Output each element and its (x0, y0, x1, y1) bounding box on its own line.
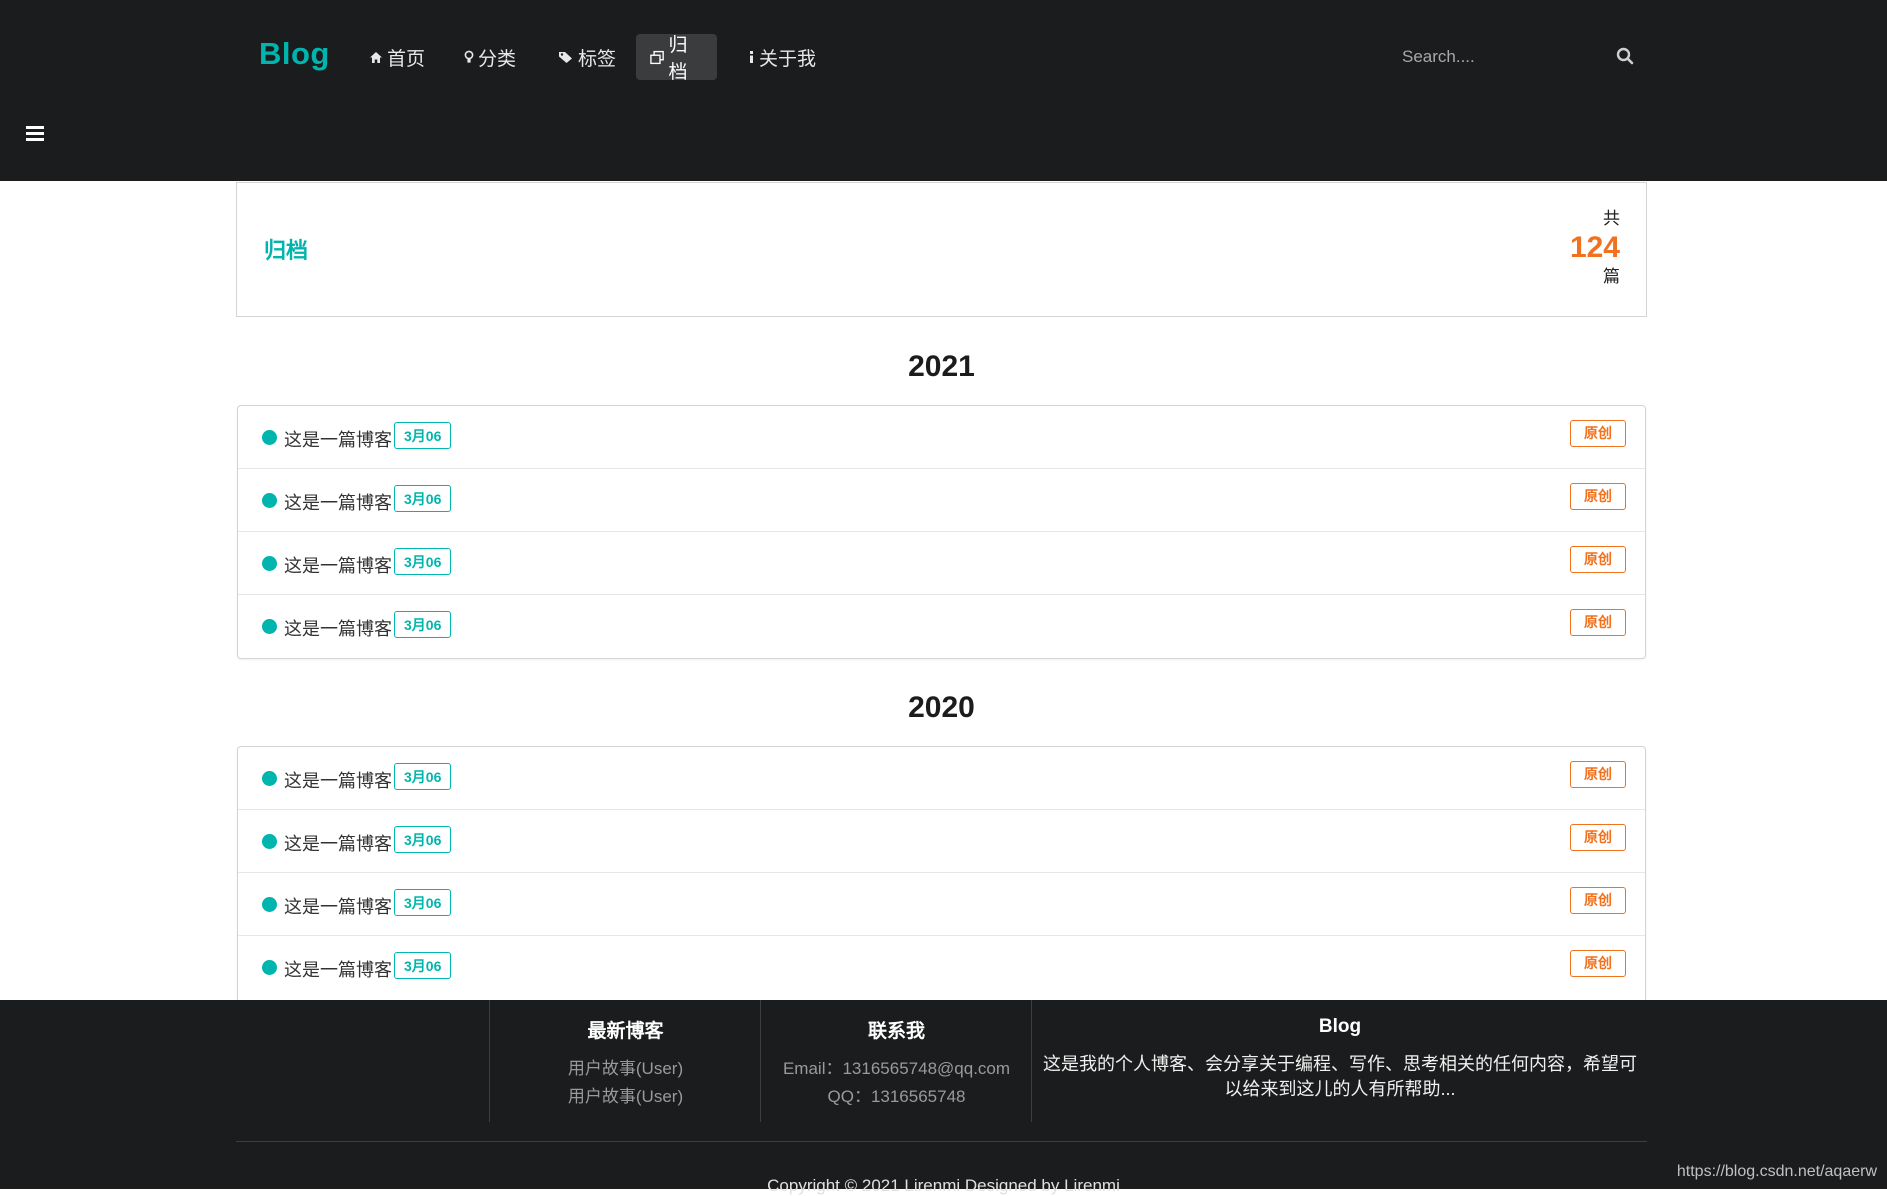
nav-item-label: 首页 (387, 48, 426, 70)
watermark-url: https://blog.csdn.net/aqaerw (1676, 1163, 1877, 1180)
contact-email: Email：1316565748@qq.com (782, 1059, 1011, 1078)
post-title[interactable]: 这是一篇博客 (284, 767, 392, 793)
footer-latest: 最新博客 用户故事(User) 用户故事(User) (489, 1000, 761, 1122)
year-heading: 2020 (908, 691, 975, 724)
page-title: 归档 (264, 238, 309, 263)
brand-logo[interactable]: Blog (259, 36, 330, 72)
footer-description: 这是我的个人博客、会分享关于编程、写作、思考相关的任何内容，希望可以给来到这儿的… (1043, 1054, 1637, 1099)
info-icon (750, 51, 753, 63)
copyright-text: Copyright © 2021 Lirenmi Designed by Lir… (767, 1176, 1120, 1195)
list-item[interactable]: 这是一篇博客 3月06 原创 (238, 595, 1645, 658)
footer-heading: Blog (1318, 1016, 1362, 1037)
post-count: 共 124 篇 (1540, 209, 1620, 287)
bullet-icon (262, 771, 277, 786)
post-title[interactable]: 这是一篇博客 (284, 893, 392, 919)
lightbulb-icon (464, 50, 474, 63)
original-tag: 原创 (1570, 420, 1626, 447)
date-tag: 3月06 (394, 826, 452, 853)
date-tag: 3月06 (394, 485, 452, 512)
bullet-icon (262, 897, 277, 912)
date-tag: 3月06 (394, 548, 452, 575)
clone-icon (650, 50, 664, 64)
search-box (1388, 40, 1648, 74)
count-prefix: 共 (1603, 209, 1620, 228)
list-item[interactable]: 这是一篇博客 3月06 原创 (238, 747, 1645, 810)
nav-item-label: 归档 (668, 35, 688, 83)
original-tag: 原创 (1570, 483, 1626, 510)
post-title[interactable]: 这是一篇博客 (284, 615, 392, 641)
count-number: 124 (1569, 231, 1620, 264)
footer-post-link[interactable]: 用户故事(User) (490, 1083, 761, 1111)
original-tag: 原创 (1570, 950, 1626, 977)
year-post-list: 这是一篇博客 3月06 原创 这是一篇博客 3月06 原创 这是一篇博客 3月0… (237, 405, 1646, 659)
footer-about: Blog 这是我的个人博客、会分享关于编程、写作、思考相关的任何内容，希望可以给… (1031, 1000, 1648, 1122)
tags-icon (559, 52, 572, 63)
original-tag: 原创 (1570, 761, 1626, 788)
bullet-icon (262, 430, 277, 445)
post-title[interactable]: 这是一篇博客 (284, 426, 392, 452)
bullet-icon (262, 834, 277, 849)
footer-heading: 联系我 (867, 1021, 925, 1042)
menu-toggle-icon[interactable] (26, 126, 44, 142)
footer-contact: 联系我 Email：1316565748@qq.com QQ：131656574… (760, 1000, 1032, 1122)
bullet-icon (262, 960, 277, 975)
bullet-icon (262, 619, 277, 634)
nav-item-label: 分类 (478, 48, 517, 70)
footer-post-link[interactable]: 用户故事(User) (490, 1055, 761, 1083)
nav-item-tags[interactable]: 标签 (544, 34, 630, 80)
nav-item-category[interactable]: 分类 (450, 34, 530, 80)
post-title[interactable]: 这是一篇博客 (284, 830, 392, 856)
footer: 最新博客 用户故事(User) 用户故事(User) 联系我 Email：131… (0, 1000, 1887, 1195)
nav-item-about[interactable]: 关于我 (734, 34, 830, 80)
top-navbar: Blog 首页 分类 标签 归档 关于我 (0, 0, 1887, 181)
list-item[interactable]: 这是一篇博客 3月06 原创 (238, 873, 1645, 936)
home-icon (370, 51, 382, 63)
bullet-icon (262, 556, 277, 571)
nav-item-label: 标签 (578, 48, 617, 70)
original-tag: 原创 (1570, 824, 1626, 851)
list-item[interactable]: 这是一篇博客 3月06 原创 (238, 532, 1645, 595)
year-post-list: 这是一篇博客 3月06 原创 这是一篇博客 3月06 原创 这是一篇博客 3月0… (237, 746, 1646, 1000)
post-title[interactable]: 这是一篇博客 (284, 956, 392, 982)
nav-item-archive[interactable]: 归档 (636, 34, 717, 83)
post-title[interactable]: 这是一篇博客 (284, 489, 392, 515)
post-title[interactable]: 这是一篇博客 (284, 552, 392, 578)
original-tag: 原创 (1570, 609, 1626, 636)
contact-qq: QQ：1316565748 (827, 1087, 966, 1106)
original-tag: 原创 (1570, 546, 1626, 573)
footer-divider (236, 1141, 1647, 1142)
count-suffix: 篇 (1603, 267, 1620, 286)
search-icon[interactable] (1616, 47, 1634, 70)
date-tag: 3月06 (394, 763, 452, 790)
list-item[interactable]: 这是一篇博客 3月06 原创 (238, 469, 1645, 532)
date-tag: 3月06 (394, 422, 452, 449)
nav-item-home[interactable]: 首页 (355, 34, 439, 80)
search-input[interactable] (1388, 47, 1616, 67)
bullet-icon (262, 493, 277, 508)
archive-header: 归档 共 124 篇 (236, 182, 1647, 317)
year-heading: 2021 (908, 350, 975, 383)
date-tag: 3月06 (394, 952, 452, 979)
list-item[interactable]: 这是一篇博客 3月06 原创 (238, 936, 1645, 999)
footer-heading: 最新博客 (587, 1021, 664, 1042)
date-tag: 3月06 (394, 611, 452, 638)
nav-item-label: 关于我 (759, 48, 817, 70)
list-item[interactable]: 这是一篇博客 3月06 原创 (238, 406, 1645, 469)
date-tag: 3月06 (394, 889, 452, 916)
original-tag: 原创 (1570, 887, 1626, 914)
list-item[interactable]: 这是一篇博客 3月06 原创 (238, 810, 1645, 873)
